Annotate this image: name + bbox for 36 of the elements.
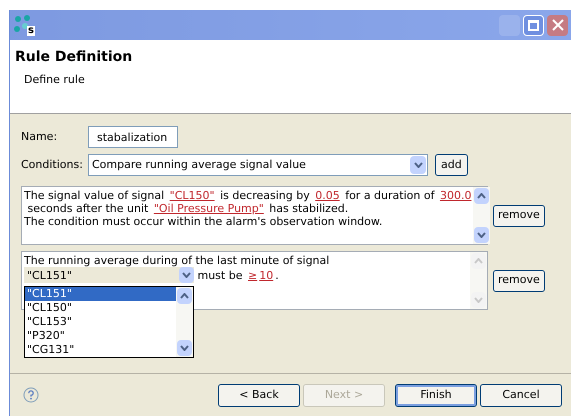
link[interactable]: "Oil Pressure Pump" <box>154 202 264 215</box>
help-icon[interactable] <box>23 387 39 403</box>
dropdown-value: "CL151" <box>27 268 72 282</box>
conditions-label: Conditions: <box>21 156 84 173</box>
name-field[interactable]: stabalization <box>88 126 178 148</box>
signal-dropdown[interactable]: "CL151" <box>24 267 194 283</box>
page-title: Rule Definition <box>15 48 134 67</box>
dropdown-option[interactable]: "CL151" <box>25 287 176 301</box>
remove-button[interactable]: remove <box>493 204 545 226</box>
link[interactable]: ≥ <box>248 268 258 282</box>
link[interactable]: 300.0 <box>440 189 472 202</box>
dropdown-arrow-icon[interactable] <box>179 267 194 283</box>
close-button[interactable] <box>547 14 568 36</box>
dialog-button[interactable]: < Back <box>218 384 300 406</box>
dropdown-option[interactable]: "P320" <box>25 329 176 343</box>
link[interactable]: "CL150" <box>170 189 215 202</box>
scrollbar[interactable] <box>473 187 490 244</box>
dropdown-option[interactable]: "CL153" <box>25 315 176 329</box>
dialog-button[interactable]: Finish <box>395 384 477 406</box>
dialog-button[interactable]: Cancel <box>480 384 562 406</box>
dropdown-option[interactable]: "CL150" <box>25 301 176 315</box>
link[interactable]: 10 <box>259 268 274 282</box>
page-subtitle: Define rule <box>23 72 86 88</box>
link[interactable]: 0.05 <box>315 189 340 202</box>
remove-button[interactable]: remove <box>493 270 545 292</box>
maximize-button[interactable] <box>523 14 544 36</box>
condition-text: The signal value of signal "CL150" is decreasing by 0.05 for a duration of 300.0 seconds after the unit "Oil Pressure Pump" has stabilized. The condition must occur within the alarm's observation window. <box>23 188 472 230</box>
dropdown-option[interactable]: "CG131" <box>25 343 176 357</box>
name-label: Name: <box>21 128 58 145</box>
scroll-down-arrow[interactable] <box>474 227 490 243</box>
scroll-up-arrow[interactable] <box>474 188 490 204</box>
conditions-dropdown[interactable]: Compare running average signal value <box>88 154 428 176</box>
scroll-down-arrow[interactable] <box>177 340 192 356</box>
close-icon <box>552 19 564 31</box>
scroll-up-arrow[interactable] <box>177 288 192 304</box>
add-button[interactable]: add <box>435 154 468 176</box>
